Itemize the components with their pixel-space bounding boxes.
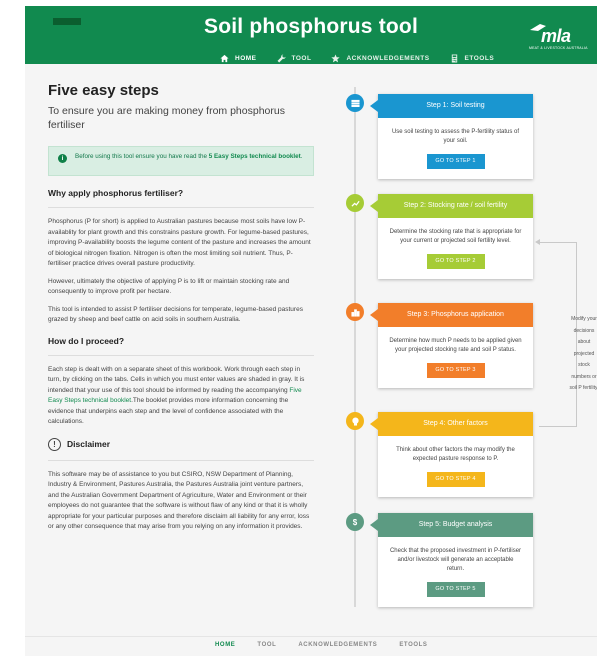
logo-subtitle: MEAT & LIVESTOCK AUSTRALIA [529,46,588,50]
how-paragraph: Each step is dealt with on a separate sh… [48,365,314,428]
step-5-node: $ [346,513,364,531]
go-to-step-3-button[interactable]: GO TO STEP 3 [426,363,485,378]
how-heading: How do I proceed? [48,335,125,346]
booklet-alert: i Before using this tool ensure you have… [48,146,314,176]
calculator-icon [451,54,457,63]
nav-acknowledgements-label: ACKNOWLEDGEMENTS [346,55,430,62]
step-3-node [346,303,364,321]
main-content: Five easy steps To ensure you are making… [25,64,597,636]
app-title: Soil phosphorus tool [204,15,418,38]
trend-icon [350,200,360,207]
alert-text-before: Before using this tool ensure you have r… [75,153,209,160]
star-icon [331,54,341,63]
divider [48,354,314,356]
bulb-icon [351,416,359,426]
step-5-card: Step 5: Budget analysis Check that the p… [370,513,533,607]
header: Soil phosphorus tool HOME TOOL ACKNOWLED… [25,6,597,69]
step-1-title: Step 1: Soil testing [370,94,533,118]
bar-chart-icon [350,308,360,317]
info-icon: i [58,154,67,163]
step-4-card: Step 4: Other factors Think about other … [370,412,533,497]
disclaimer-header: ! Disclaimer [48,437,314,451]
exclamation-icon: ! [48,437,61,451]
why-heading: Why apply phosphorus fertiliser? [48,188,184,198]
step-1-node [346,94,364,112]
step-4-node [346,412,364,430]
why-paragraph-3: This tool is intended to assist P fertil… [48,305,303,324]
footer-nav: HOME TOOL ACKNOWLEDGEMENTS ETOOLS [215,642,427,648]
step-2-node [346,194,364,212]
disclaimer-text: This software may be of assistance to yo… [48,470,310,531]
alert-text-after: . [300,153,303,160]
step-2-title: Step 2: Stocking rate / soil fertility [370,194,533,218]
feedback-note: Modify your decisions about projected st… [569,316,597,391]
home-icon [220,54,229,63]
nav-etools-label: ETOOLS [464,55,495,62]
go-to-step-4-button[interactable]: GO TO STEP 4 [426,472,485,487]
how-text-before: Each step is dealt with on a separate sh… [48,365,305,394]
footer: HOME TOOL ACKNOWLEDGEMENTS ETOOLS [25,636,597,656]
footer-nav-home[interactable]: HOME [215,642,235,648]
footer-nav-tool[interactable]: TOOL [257,642,276,648]
why-paragraph-1: Phosphorus (P for short) is applied to A… [48,218,311,267]
feedback-arrow-icon [535,239,540,245]
step-2-description: Determine the stocking rate that is appr… [389,229,522,244]
step-3-card: Step 3: Phosphorus application Determine… [370,303,533,388]
go-to-step-2-button[interactable]: GO TO STEP 2 [426,254,485,269]
step-4-description: Think about other factors the may modify… [396,447,515,462]
list-icon [350,99,360,107]
page-subtitle: To ensure you are making money from phos… [48,105,285,131]
why-paragraph-2: However, ultimately the objective of app… [48,277,290,296]
page: Soil phosphorus tool HOME TOOL ACKNOWLED… [0,0,597,656]
logo-wordmark: mla [541,26,571,46]
divider [48,459,314,461]
nav-home-label: HOME [235,55,257,62]
dollar-icon: $ [352,517,358,527]
step-3-title: Step 3: Phosphorus application [370,303,533,327]
step-1-card: Step 1: Soil testing Use soil testing to… [370,94,533,179]
steps-column: Step 1: Soil testing Use soil testing to… [345,82,597,617]
nav-tool-label: TOOL [291,55,312,62]
step-5-description: Check that the proposed investment in P-… [389,548,522,572]
step-4-title: Step 4: Other factors [370,412,533,436]
divider [48,207,314,208]
page-heading: Five easy steps [48,82,159,99]
booklet-link[interactable]: 5 Easy Steps technical booklet [209,153,301,160]
step-2-card: Step 2: Stocking rate / soil fertility D… [370,194,533,279]
step-5-title: Step 5: Budget analysis [370,513,533,537]
mla-logo[interactable]: mla MEAT & LIVESTOCK AUSTRALIA [527,20,589,52]
go-to-step-1-button[interactable]: GO TO STEP 1 [426,154,485,169]
go-to-step-5-button[interactable]: GO TO STEP 5 [426,582,485,597]
disclaimer-heading: Disclaimer [67,439,110,449]
step-3-description: Determine how much P needs to be applied… [389,338,522,353]
step-1-description: Use soil testing to assess the P-fertili… [391,129,520,144]
footer-nav-acknowledgements[interactable]: ACKNOWLEDGEMENTS [298,642,377,648]
footer-nav-etools[interactable]: ETOOLS [399,642,427,648]
wrench-icon [277,54,286,63]
intro-column: Five easy steps To ensure you are making… [48,82,314,533]
